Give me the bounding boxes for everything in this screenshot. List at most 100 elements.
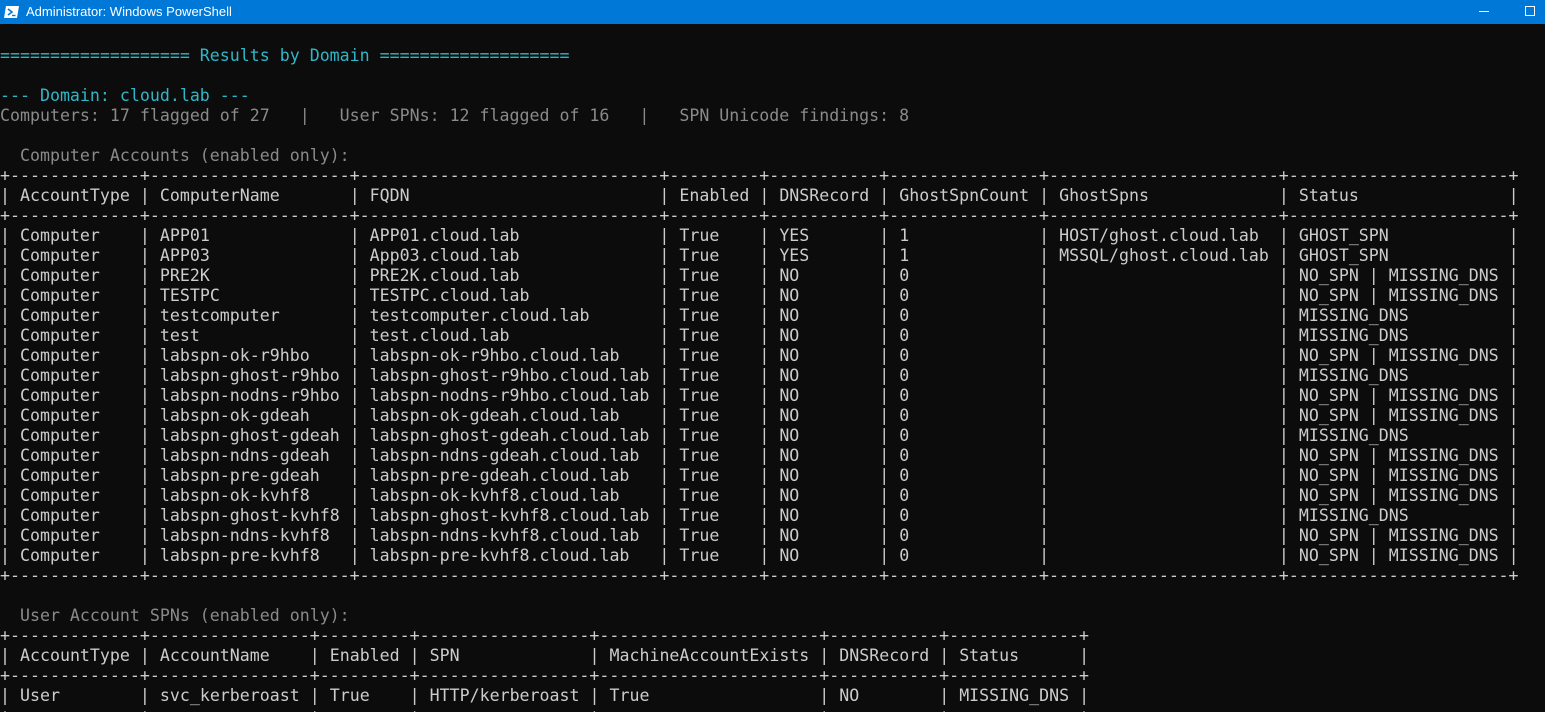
table-cell: Computer (10, 406, 140, 425)
cell-separator: | (1508, 446, 1519, 465)
computer-row: | Computer | labspn-ok-r9hbo | labspn-ok… (0, 346, 1519, 366)
column-header: DNSRecord (829, 646, 940, 665)
minimize-button[interactable] (1461, 0, 1507, 24)
table-cell: GHOST_SPN (1288, 246, 1509, 265)
computer-row: | Computer | labspn-pre-gdeah | labspn-p… (0, 466, 1519, 486)
table-cell: labspn-ghost-gdeah (149, 426, 350, 445)
title-bar[interactable]: Administrator: Windows PowerShell (0, 0, 1545, 24)
cell-separator: | (0, 246, 10, 265)
cell-separator: | (139, 346, 150, 365)
cell-separator: | (1278, 366, 1289, 385)
cell-separator: | (759, 246, 770, 265)
cell-separator: | (659, 426, 670, 445)
column-header: Enabled (319, 646, 410, 665)
cell-separator: | (139, 306, 150, 325)
cell-separator: | (759, 406, 770, 425)
column-header: GhostSpnCount (889, 186, 1040, 205)
powershell-icon (4, 4, 20, 20)
table-cell: NO (769, 546, 880, 565)
cell-separator: | (0, 526, 10, 545)
cell-separator: | (139, 506, 150, 525)
cell-separator: | (1278, 186, 1289, 205)
table-cell: labspn-ndns-gdeah.cloud.lab (359, 446, 660, 465)
cell-separator: | (349, 326, 360, 345)
cell-separator: | (759, 506, 770, 525)
cell-separator: | (1039, 486, 1050, 505)
computer-row: | Computer | labspn-ndns-kvhf8 | labspn-… (0, 526, 1519, 546)
table-border: +-------------+--------------------+----… (0, 206, 1519, 225)
computer-row: | Computer | APP03 | App03.cloud.lab | T… (0, 246, 1519, 266)
cell-separator: | (349, 346, 360, 365)
table-cell: True (669, 266, 760, 285)
table-cell: labspn-ok-r9hbo.cloud.lab (359, 346, 660, 365)
column-header: Status (1288, 186, 1509, 205)
table-cell: True (669, 446, 760, 465)
cell-separator: | (879, 406, 890, 425)
table-cell: NO (769, 466, 880, 485)
table-cell: labspn-ghost-gdeah.cloud.lab (359, 426, 660, 445)
cell-separator: | (1039, 326, 1050, 345)
cell-separator: | (1039, 386, 1050, 405)
cell-separator: | (0, 646, 10, 665)
table-cell: 0 (889, 406, 1040, 425)
cell-separator: | (139, 446, 150, 465)
table-cell (1049, 266, 1279, 285)
computer-row: | Computer | APP01 | APP01.cloud.lab | T… (0, 226, 1519, 246)
cell-separator: | (349, 286, 360, 305)
table-cell: 0 (889, 366, 1040, 385)
table-cell: NO_SPN | MISSING_DNS (1288, 386, 1509, 405)
cell-separator: | (819, 646, 830, 665)
results-header: =================== Results by Domain ==… (0, 46, 570, 65)
cell-separator: | (139, 686, 150, 705)
cell-separator: | (349, 246, 360, 265)
table-cell: HOST/ghost.cloud.lab (1049, 226, 1279, 245)
cell-separator: | (0, 686, 10, 705)
table-cell: Computer (10, 306, 140, 325)
cell-separator: | (879, 186, 890, 205)
table-cell: True (669, 366, 760, 385)
cell-separator: | (1039, 466, 1050, 485)
cell-separator: | (879, 286, 890, 305)
table-cell: True (669, 326, 760, 345)
table-cell: 0 (889, 506, 1040, 525)
cell-separator: | (1508, 266, 1519, 285)
table-cell: NO (769, 306, 880, 325)
table-cell (1049, 366, 1279, 385)
table-cell: Computer (10, 266, 140, 285)
table-cell: labspn-pre-kvhf8 (149, 546, 350, 565)
cell-separator: | (139, 326, 150, 345)
cell-separator: | (139, 466, 150, 485)
cell-separator: | (659, 486, 670, 505)
table-cell: Computer (10, 426, 140, 445)
table-cell: NO (769, 406, 880, 425)
column-header: SPN (419, 646, 590, 665)
table-cell: True (669, 286, 760, 305)
cell-separator: | (0, 326, 10, 345)
table-cell: YES (769, 226, 880, 245)
column-header: Status (949, 646, 1080, 665)
maximize-button[interactable] (1515, 0, 1545, 24)
cell-separator: | (0, 286, 10, 305)
table-cell: True (669, 226, 760, 245)
table-cell: NO_SPN | MISSING_DNS (1288, 446, 1509, 465)
table-cell: test.cloud.lab (359, 326, 660, 345)
cell-separator: | (659, 526, 670, 545)
table-cell: PRE2K (149, 266, 350, 285)
table-cell: APP01.cloud.lab (359, 226, 660, 245)
table-cell: NO (769, 266, 880, 285)
table-cell: True (599, 686, 820, 705)
table-cell: MISSING_DNS (949, 686, 1080, 705)
cell-separator: | (349, 486, 360, 505)
cell-separator: | (1039, 446, 1050, 465)
console-output[interactable]: =================== Results by Domain ==… (0, 24, 1545, 712)
table-cell (1049, 406, 1279, 425)
cell-separator: | (0, 466, 10, 485)
cell-separator: | (1039, 526, 1050, 545)
cell-separator: | (1079, 686, 1090, 705)
table-cell: NO (769, 366, 880, 385)
table-cell: 0 (889, 546, 1040, 565)
cell-separator: | (759, 306, 770, 325)
cell-separator: | (1278, 486, 1289, 505)
table-cell: NO (769, 286, 880, 305)
cell-separator: | (139, 246, 150, 265)
